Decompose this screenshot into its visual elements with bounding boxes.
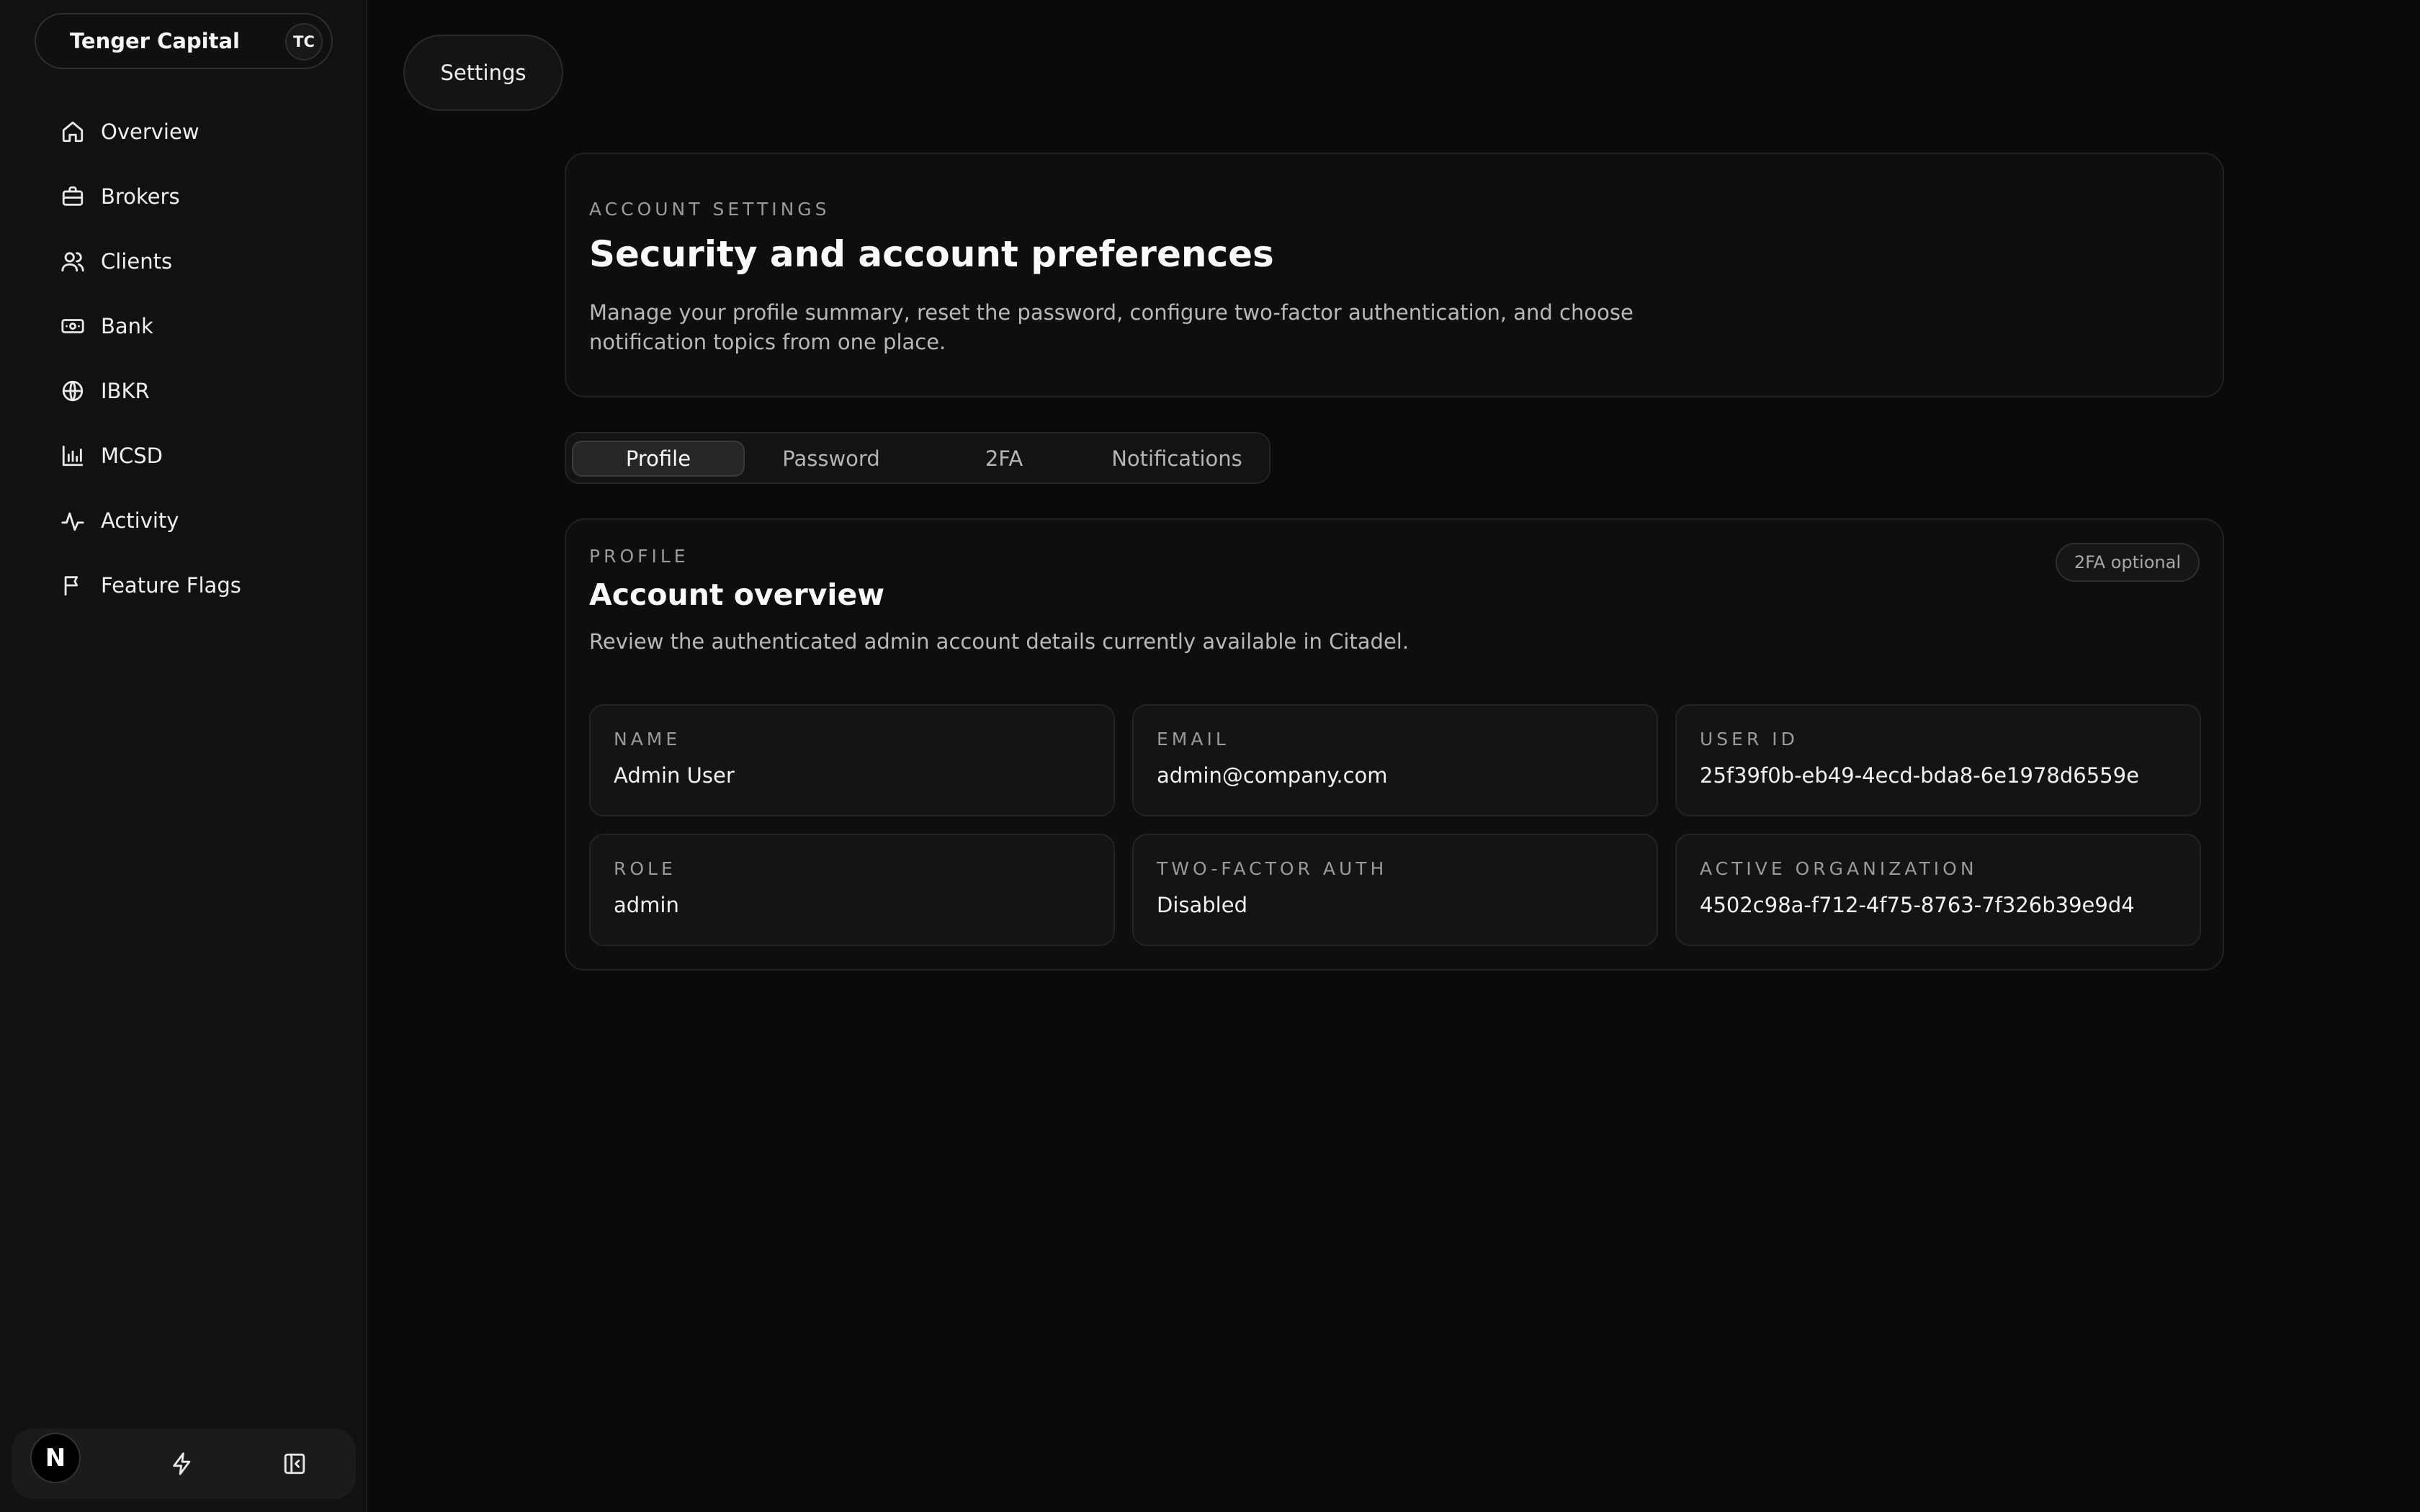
section-eyebrow: PROFILE <box>589 546 689 567</box>
sidebar-item-bank[interactable]: Bank <box>0 294 367 359</box>
sidebar-nav: Overview Brokers Clients Bank IBKR MCSD … <box>0 99 367 618</box>
tab-password[interactable]: Password <box>745 441 918 477</box>
dev-tools-badge[interactable]: N <box>30 1433 81 1483</box>
org-name: Tenger Capital <box>70 29 240 53</box>
flag-icon <box>60 573 85 598</box>
sidebar-item-label: Overview <box>101 120 200 144</box>
users-icon <box>60 249 85 274</box>
sidebar-item-brokers[interactable]: Brokers <box>0 164 367 229</box>
profile-card: PROFILE Account overview Review the auth… <box>565 518 2224 971</box>
sidebar-item-label: IBKR <box>101 379 150 403</box>
sidebar-item-label: Brokers <box>101 184 180 209</box>
breadcrumb-settings[interactable]: Settings <box>403 35 563 111</box>
collapse-sidebar-icon[interactable] <box>282 1452 307 1476</box>
banknote-icon <box>60 314 85 338</box>
field-value: Disabled <box>1157 893 1247 917</box>
briefcase-icon <box>60 184 85 209</box>
tab-2fa[interactable]: 2FA <box>918 441 1090 477</box>
sidebar-item-clients[interactable]: Clients <box>0 229 367 294</box>
page-title: Security and account preferences <box>589 233 1274 275</box>
sidebar-item-mcsd[interactable]: MCSD <box>0 423 367 488</box>
field-value: 4502c98a-f712-4f75-8763-7f326b39e9d4 <box>1700 893 2135 917</box>
tab-notifications[interactable]: Notifications <box>1090 441 1263 477</box>
field-name: NAME Admin User <box>589 704 1115 816</box>
settings-tabs: Profile Password 2FA Notifications <box>565 432 1270 484</box>
sidebar-item-label: Activity <box>101 508 179 533</box>
org-avatar: TC <box>285 23 323 60</box>
field-two-factor-auth: TWO-FACTOR AUTH Disabled <box>1132 834 1658 946</box>
section-eyebrow: ACCOUNT SETTINGS <box>589 199 830 220</box>
sidebar-item-label: MCSD <box>101 444 163 468</box>
field-label: TWO-FACTOR AUTH <box>1157 858 1388 879</box>
home-icon <box>60 120 85 144</box>
sidebar-item-feature-flags[interactable]: Feature Flags <box>0 553 367 618</box>
field-label: ROLE <box>614 858 676 879</box>
bar-chart-icon <box>60 444 85 468</box>
globe-icon <box>60 379 85 403</box>
field-role: ROLE admin <box>589 834 1115 946</box>
section-description: Review the authenticated admin account d… <box>589 629 1410 654</box>
sidebar-footer: N <box>12 1428 356 1499</box>
field-value: 25f39f0b-eb49-4ecd-bda8-6e1978d6559e <box>1700 763 2139 788</box>
org-switcher[interactable]: Tenger Capital TC <box>35 13 333 69</box>
field-email: EMAIL admin@company.com <box>1132 704 1658 816</box>
page-description: Manage your profile summary, reset the p… <box>589 300 1634 354</box>
activity-icon <box>60 508 85 533</box>
field-active-organization: ACTIVE ORGANIZATION 4502c98a-f712-4f75-8… <box>1675 834 2201 946</box>
sidebar-item-label: Bank <box>101 314 153 338</box>
field-value: Admin User <box>614 763 735 788</box>
sidebar-item-label: Feature Flags <box>101 573 241 598</box>
status-badge: 2FA optional <box>2055 543 2200 582</box>
sidebar-item-activity[interactable]: Activity <box>0 488 367 553</box>
field-label: USER ID <box>1700 729 1798 750</box>
sidebar: Tenger Capital TC Overview Brokers Clien… <box>0 0 367 1512</box>
sidebar-item-label: Clients <box>101 249 173 274</box>
field-label: EMAIL <box>1157 729 1229 750</box>
account-settings-card: ACCOUNT SETTINGS Security and account pr… <box>565 153 2224 397</box>
section-title: Account overview <box>589 577 885 612</box>
field-label: NAME <box>614 729 681 750</box>
field-value: admin@company.com <box>1157 763 1388 788</box>
field-user-id: USER ID 25f39f0b-eb49-4ecd-bda8-6e1978d6… <box>1675 704 2201 816</box>
bolt-icon[interactable] <box>170 1452 194 1476</box>
field-value: admin <box>614 893 679 917</box>
sidebar-item-overview[interactable]: Overview <box>0 99 367 164</box>
field-label: ACTIVE ORGANIZATION <box>1700 858 1978 879</box>
sidebar-item-ibkr[interactable]: IBKR <box>0 359 367 423</box>
tab-profile[interactable]: Profile <box>572 441 745 477</box>
